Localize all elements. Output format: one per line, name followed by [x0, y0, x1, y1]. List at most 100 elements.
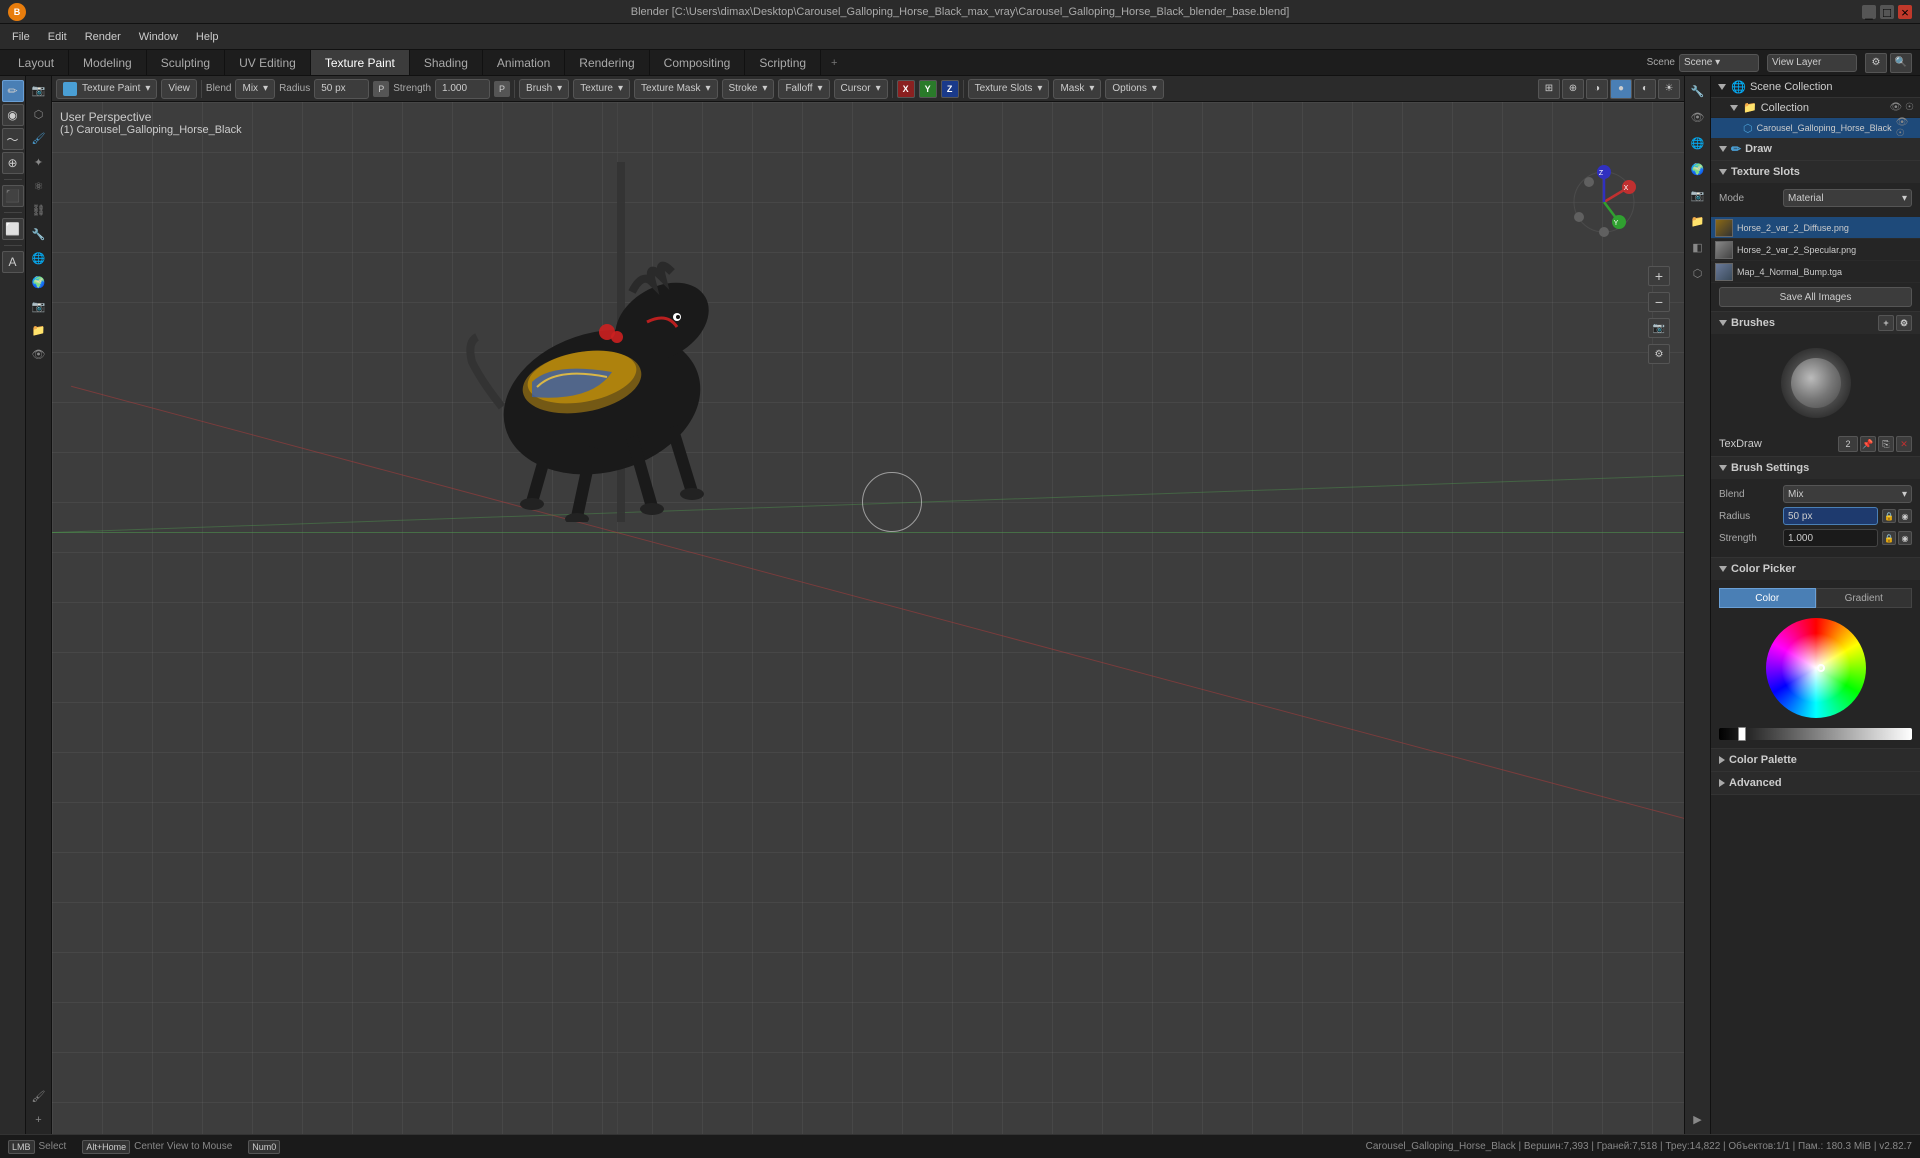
zoom-in-btn[interactable]: +: [1648, 266, 1670, 286]
scene-icon-scene[interactable]: 🌐: [29, 248, 49, 268]
tab-animation[interactable]: Animation: [483, 50, 565, 75]
brush-settings-header[interactable]: Brush Settings: [1711, 457, 1920, 479]
scene-icon-object[interactable]: ⬡: [29, 104, 49, 124]
strength-anim-btn[interactable]: ◉: [1898, 531, 1912, 545]
falloff-menu[interactable]: Falloff ▾: [778, 79, 829, 99]
texture-slot-1[interactable]: Horse_2_var_2_Specular.png: [1711, 239, 1920, 261]
blend-setting-dropdown[interactable]: Mix ▾: [1783, 485, 1912, 503]
add-workspace-button[interactable]: +: [821, 50, 847, 75]
rpanel-icon-output[interactable]: 📁: [1687, 210, 1709, 232]
strength-setting-value[interactable]: 1.000: [1783, 529, 1878, 547]
tab-sculpting[interactable]: Sculpting: [147, 50, 225, 75]
menu-edit[interactable]: Edit: [40, 29, 75, 45]
mode-selector[interactable]: Texture Paint ▾: [56, 79, 157, 99]
radius-input[interactable]: 50 px: [314, 79, 369, 99]
collection-row[interactable]: 📁 Collection 👁 ☉: [1711, 98, 1920, 118]
tab-shading[interactable]: Shading: [410, 50, 483, 75]
scene-icon-camera[interactable]: 📷: [29, 80, 49, 100]
texdraw-copy-btn[interactable]: ⎘: [1878, 436, 1894, 452]
topbar-icon-1[interactable]: ⚙: [1865, 53, 1887, 73]
tab-uv-editing[interactable]: UV Editing: [225, 50, 311, 75]
texdraw-number[interactable]: 2: [1838, 436, 1858, 452]
color-bar-handle[interactable]: [1738, 727, 1746, 741]
tool-fill[interactable]: ⬛: [2, 185, 24, 207]
color-tab-color[interactable]: Color: [1719, 588, 1816, 608]
tab-modeling[interactable]: Modeling: [69, 50, 147, 75]
viewport-overlay-btn[interactable]: ⊕: [1562, 79, 1584, 99]
radius-pressure-btn[interactable]: P: [373, 81, 389, 97]
rpanel-icon-render[interactable]: 📷: [1687, 184, 1709, 206]
rpanel-icon-viewlayer[interactable]: ◧: [1687, 236, 1709, 258]
radius-anim-btn[interactable]: ◉: [1898, 509, 1912, 523]
scene-icon-modifiers[interactable]: 🔧: [29, 224, 49, 244]
rpanel-icon-compositing[interactable]: ⬡: [1687, 262, 1709, 284]
brush-add-btn[interactable]: +: [1878, 315, 1894, 331]
menu-file[interactable]: File: [4, 29, 38, 45]
rpanel-icon-collapse[interactable]: ▶: [1687, 1108, 1709, 1130]
strength-lock-btn[interactable]: 🔒: [1882, 531, 1896, 545]
advanced-header[interactable]: Advanced: [1711, 772, 1920, 794]
scene-icon-output[interactable]: 📁: [29, 320, 49, 340]
scene-icon-particles[interactable]: ✦: [29, 152, 49, 172]
rpanel-icon-view[interactable]: 👁: [1687, 106, 1709, 128]
tool-soften[interactable]: ◉: [2, 104, 24, 126]
scene-icon-brush[interactable]: 🖌: [29, 1086, 49, 1106]
tools-btn[interactable]: ⚙: [1648, 344, 1670, 364]
texture-slot-2[interactable]: Map_4_Normal_Bump.tga: [1711, 261, 1920, 283]
color-palette-header[interactable]: Color Palette: [1711, 749, 1920, 771]
stroke-menu[interactable]: Stroke ▾: [722, 79, 775, 99]
menu-window[interactable]: Window: [131, 29, 186, 45]
color-tab-gradient[interactable]: Gradient: [1816, 588, 1913, 608]
scene-icon-render[interactable]: 📷: [29, 296, 49, 316]
cursor-menu[interactable]: Cursor ▾: [834, 79, 888, 99]
viewport-xray-btn[interactable]: ◑: [1586, 79, 1608, 99]
texdraw-delete-btn[interactable]: ✕: [1896, 436, 1912, 452]
draw-section-header[interactable]: ✏ Draw: [1711, 138, 1920, 160]
topbar-icon-2[interactable]: 🔍: [1890, 53, 1912, 73]
scene-selector[interactable]: Scene ▾: [1679, 54, 1759, 72]
texture-slots-btn[interactable]: Texture Slots ▾: [968, 79, 1050, 99]
viewport[interactable]: User Perspective (1) Carousel_Galloping_…: [52, 102, 1684, 1134]
tool-clone[interactable]: ⊕: [2, 152, 24, 174]
scene-icon-view[interactable]: 👁: [29, 344, 49, 364]
texture-mask-menu[interactable]: Texture Mask ▾: [634, 79, 718, 99]
texdraw-pin-btn[interactable]: 📌: [1860, 436, 1876, 452]
mask-btn[interactable]: Mask ▾: [1053, 79, 1101, 99]
color-picker-header[interactable]: Color Picker: [1711, 558, 1920, 580]
mode-dropdown[interactable]: Material ▾: [1783, 189, 1912, 207]
texture-slots-header[interactable]: Texture Slots: [1711, 161, 1920, 183]
rpanel-icon-world[interactable]: 🌍: [1687, 158, 1709, 180]
scene-icon-constraints[interactable]: ⛓: [29, 200, 49, 220]
viewport-gizmos-btn[interactable]: ⊞: [1538, 79, 1560, 99]
brushes-header[interactable]: Brushes + ⚙: [1711, 312, 1920, 334]
object-row[interactable]: ⬡ Carousel_Galloping_Horse_Black 👁 ☉: [1711, 118, 1920, 138]
maximize-button[interactable]: □: [1880, 5, 1894, 19]
menu-render[interactable]: Render: [77, 29, 129, 45]
tab-compositing[interactable]: Compositing: [650, 50, 746, 75]
brush-menu[interactable]: Brush ▾: [519, 79, 569, 99]
color-bar[interactable]: [1719, 728, 1912, 740]
scene-icon-physics[interactable]: ⚛: [29, 176, 49, 196]
x-constraint[interactable]: X: [897, 80, 915, 98]
rpanel-icon-scene[interactable]: 🌐: [1687, 132, 1709, 154]
brush-settings-btn[interactable]: ⚙: [1896, 315, 1912, 331]
close-button[interactable]: ×: [1898, 5, 1912, 19]
tab-layout[interactable]: Layout: [4, 50, 69, 75]
minimize-button[interactable]: _: [1862, 5, 1876, 19]
texture-slot-0[interactable]: Horse_2_var_2_Diffuse.png: [1711, 217, 1920, 239]
zoom-out-btn[interactable]: −: [1648, 292, 1670, 312]
viewport-material-btn[interactable]: ◐: [1634, 79, 1656, 99]
scene-icon-add[interactable]: +: [29, 1110, 49, 1130]
color-wheel[interactable]: [1766, 618, 1866, 718]
tool-smear[interactable]: 〜: [2, 128, 24, 150]
tool-annotate[interactable]: A: [2, 251, 24, 273]
strength-pressure-btn[interactable]: P: [494, 81, 510, 97]
viewport-solid-btn[interactable]: ●: [1610, 79, 1632, 99]
tab-texture-paint[interactable]: Texture Paint: [311, 50, 410, 75]
tool-draw[interactable]: ✏: [2, 80, 24, 102]
y-constraint[interactable]: Y: [919, 80, 937, 98]
save-all-images-button[interactable]: Save All Images: [1719, 287, 1912, 307]
camera-btn[interactable]: 📷: [1648, 318, 1670, 338]
texture-menu[interactable]: Texture ▾: [573, 79, 630, 99]
viewlayer-selector[interactable]: View Layer: [1767, 54, 1857, 72]
